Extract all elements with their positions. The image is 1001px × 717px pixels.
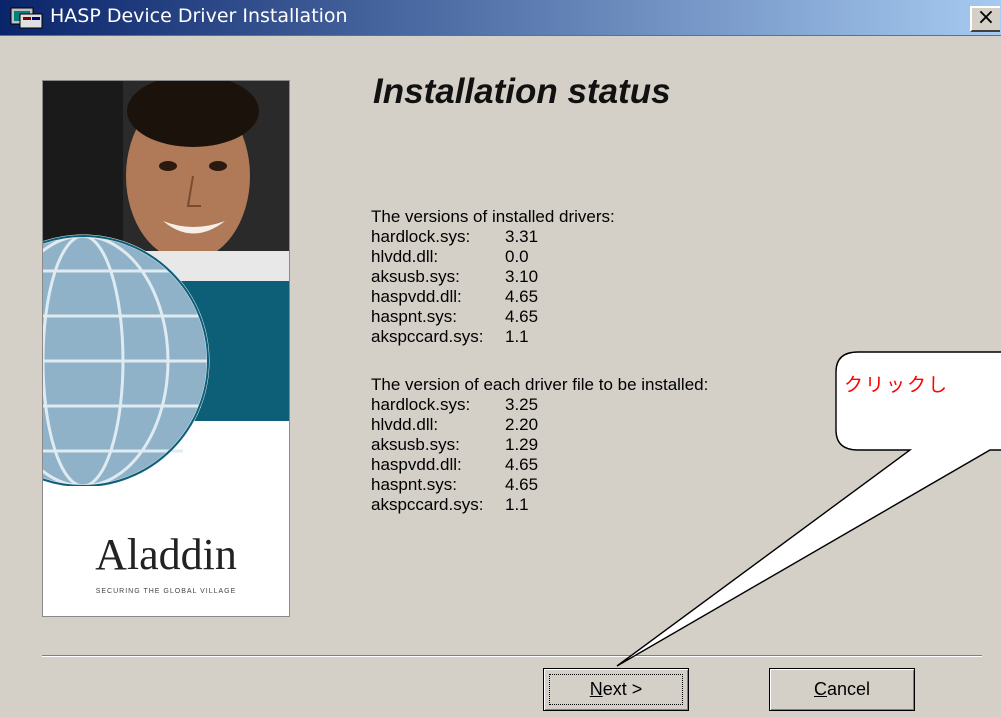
installed-driver-row: aksusb.sys: 3.10 (371, 267, 708, 287)
installed-driver-row: haspvdd.dll: 4.65 (371, 287, 708, 307)
next-button-label: Next > (589, 679, 643, 699)
to-install-driver-row: hardlock.sys: 3.25 (371, 395, 708, 415)
installer-icon (10, 7, 43, 29)
driver-version: 3.25 (505, 395, 539, 414)
cancel-button[interactable]: Cancel (769, 668, 915, 711)
to-install-driver-row: aksusb.sys: 1.29 (371, 435, 708, 455)
close-icon: × (976, 5, 996, 30)
driver-version: 4.65 (505, 455, 539, 474)
annotation-text: クリックし (844, 374, 950, 396)
driver-version: 1.29 (505, 435, 539, 454)
cancel-button-label: Cancel (813, 679, 871, 699)
branding-art: Aladdin SECURING THE GLOBAL VILLAGE (43, 81, 289, 616)
driver-version: 2.20 (505, 415, 539, 434)
next-button[interactable]: Next > (543, 668, 689, 711)
window-title: HASP Device Driver Installation (50, 5, 348, 27)
driver-version: 3.10 (505, 267, 539, 286)
next-button-focus: Next > (549, 674, 683, 705)
driver-name: haspvdd.dll: (371, 455, 462, 474)
to-install-driver-row: haspvdd.dll: 4.65 (371, 455, 708, 475)
aladdin-logo: Aladdin (95, 530, 237, 579)
driver-name: aksusb.sys: (371, 435, 460, 454)
driver-name: hlvdd.dll: (371, 415, 439, 434)
driver-version: 4.65 (505, 307, 539, 326)
installed-driver-row: akspccard.sys: 1.1 (371, 327, 708, 347)
to-install-driver-row: hlvdd.dll: 2.20 (371, 415, 708, 435)
to-install-versions-label: The version of each driver file to be in… (371, 375, 709, 394)
driver-version: 4.65 (505, 287, 539, 306)
driver-name: haspvdd.dll: (371, 287, 462, 306)
installed-driver-row: haspnt.sys: 4.65 (371, 307, 708, 327)
close-button[interactable]: × (970, 6, 1000, 32)
button-divider (42, 655, 982, 657)
driver-version: 4.65 (505, 475, 539, 494)
driver-version: 1.1 (505, 495, 529, 514)
driver-name: haspnt.sys: (371, 475, 457, 494)
driver-name: hlvdd.dll: (371, 247, 439, 266)
driver-name: akspccard.sys: (371, 327, 484, 346)
installed-driver-row: hlvdd.dll: 0.0 (371, 247, 708, 267)
driver-version: 3.31 (505, 227, 539, 246)
installed-versions-label: The versions of installed drivers: (371, 207, 615, 226)
to-install-driver-row: haspnt.sys: 4.65 (371, 475, 708, 495)
driver-version: 0.0 (505, 247, 529, 266)
page-title: Installation status (373, 72, 671, 111)
driver-version: 1.1 (505, 327, 529, 346)
branding-panel: Aladdin SECURING THE GLOBAL VILLAGE (42, 80, 290, 617)
title-bar: HASP Device Driver Installation × (0, 0, 1001, 36)
driver-status: The versions of installed drivers: hardl… (371, 207, 708, 515)
driver-name: akspccard.sys: (371, 495, 484, 514)
driver-name: hardlock.sys: (371, 227, 471, 246)
driver-name: hardlock.sys: (371, 395, 471, 414)
driver-name: haspnt.sys: (371, 307, 457, 326)
logo-tagline: SECURING THE GLOBAL VILLAGE (96, 588, 237, 595)
to-install-driver-row: akspccard.sys: 1.1 (371, 495, 708, 515)
cancel-button-face: Cancel (770, 669, 914, 710)
installed-driver-row: hardlock.sys: 3.31 (371, 227, 708, 247)
driver-name: aksusb.sys: (371, 267, 460, 286)
